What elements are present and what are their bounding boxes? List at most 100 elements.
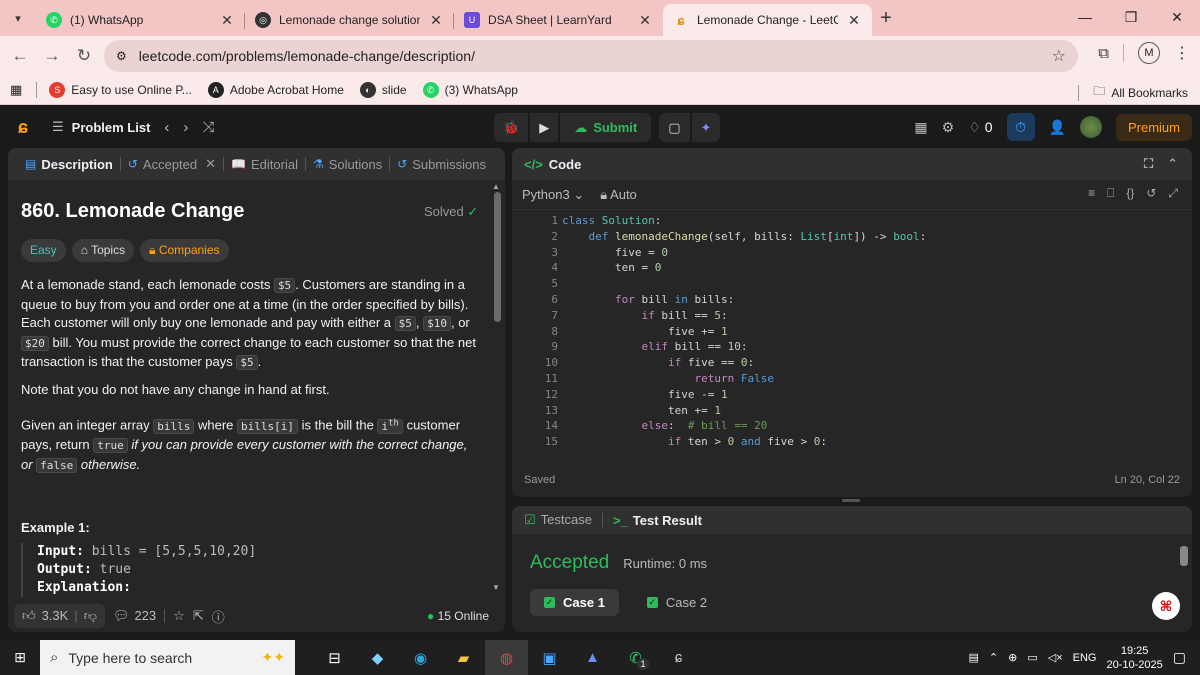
submit-button[interactable]: ☁ Submit — [560, 113, 652, 142]
browser-tab-whatsapp[interactable]: ✆ (1) WhatsApp ✕ — [36, 4, 245, 36]
user-avatar[interactable] — [1079, 116, 1102, 138]
add-collaborator-icon[interactable]: 👤 — [1049, 119, 1066, 136]
bookmark-adobe-acrobat[interactable]: A Adobe Acrobat Home — [207, 82, 344, 98]
leetcode-logo-icon[interactable]: ɕ — [18, 117, 38, 137]
line-number: 14 — [544, 419, 558, 433]
notes-icon[interactable]: ▢ — [659, 113, 690, 142]
format-icon[interactable]: ≡ — [1088, 186, 1095, 201]
forward-icon[interactable]: → — [36, 46, 68, 66]
run-icon[interactable]: ▶ — [530, 113, 559, 142]
copilot-icon[interactable]: ◆ — [356, 640, 399, 675]
back-icon[interactable]: ← — [4, 46, 36, 66]
battery-icon[interactable]: ▭ — [1027, 651, 1037, 664]
collapse-icon[interactable]: ⌃ — [1167, 156, 1178, 172]
shuffle-icon[interactable]: ⤨ — [202, 119, 214, 136]
apps-grid-icon[interactable]: ▦ — [10, 82, 22, 98]
layout-grid-icon[interactable]: ▦ — [914, 119, 927, 136]
clock[interactable]: 19:25 20-10-2025 — [1106, 644, 1162, 672]
timer-icon[interactable]: ⏱ — [1006, 113, 1035, 141]
favorite-star-icon[interactable]: ☆ — [173, 608, 185, 624]
input-language[interactable]: ENG — [1073, 652, 1097, 664]
topics-chip[interactable]: ⌂ Topics — [71, 239, 135, 262]
fullscreen-icon[interactable]: ⤢ — [1168, 186, 1178, 201]
settings-gear-icon[interactable]: ⚙ — [942, 119, 955, 136]
braces-icon[interactable]: {} — [1126, 186, 1134, 201]
prev-problem-icon[interactable]: ‹ — [164, 119, 169, 136]
windows-start-icon[interactable]: ⊞ — [0, 640, 40, 675]
share-icon[interactable]: ⇱ — [193, 608, 204, 624]
autocomplete-mode[interactable]: 🔒︎ Auto — [600, 187, 637, 203]
volume-muted-icon[interactable]: ◁× — [1048, 651, 1063, 664]
close-tab-icon[interactable]: ✕ — [205, 156, 216, 172]
taskbar-search[interactable]: ⌕ Type here to search ✦✦ — [40, 640, 295, 675]
tab-solutions[interactable]: ⚗ Solutions — [306, 157, 389, 172]
bookmark-star-icon[interactable]: ☆ — [1052, 46, 1066, 66]
task-view-icon[interactable]: ⊟ — [313, 640, 356, 675]
notification-center-icon[interactable]: ▢ — [1173, 649, 1186, 666]
maximize-icon[interactable]: ⛶ — [1144, 156, 1153, 172]
close-window-icon[interactable]: ✕ — [1154, 0, 1200, 34]
whatsapp-taskbar-icon[interactable]: ✆ 1 — [614, 640, 657, 675]
close-tab-icon[interactable]: ✕ — [846, 12, 862, 29]
tab-submissions[interactable]: ↺ Submissions — [390, 157, 493, 172]
streak-fire[interactable]: ♢ 0 — [968, 119, 992, 136]
learnyard-icon: U — [464, 12, 480, 28]
premium-button[interactable]: Premium — [1115, 113, 1192, 141]
ai-sparkle-icon[interactable]: ✦ — [691, 113, 721, 142]
problem-list-button[interactable]: ☰ Problem List — [52, 119, 150, 135]
help-icon[interactable]: ⓘ — [212, 607, 225, 626]
tab-accepted[interactable]: ↺ Accepted ✕ — [121, 156, 223, 172]
case-2-tab[interactable]: ✓ Case 2 — [633, 589, 721, 616]
tab-testcase[interactable]: ☑ Testcase — [524, 512, 592, 528]
code-editor[interactable]: class Solution: def lemonadeChange(self,… — [562, 212, 926, 450]
tab-description[interactable]: ▤ Description — [18, 157, 120, 172]
all-bookmarks[interactable]: 🗀 All Bookmarks — [1078, 82, 1188, 103]
reload-icon[interactable]: ↻ — [68, 46, 100, 66]
reset-icon[interactable]: ↺ — [1146, 186, 1156, 201]
panel-resize-handle[interactable] — [842, 499, 860, 502]
debug-icon[interactable]: 🐞 — [494, 113, 529, 142]
file-explorer-icon[interactable]: ▰ — [442, 640, 485, 675]
like-button[interactable]: 👍︎ 3.3K | 👎︎ — [14, 604, 105, 628]
restore-icon[interactable]: ❐ — [1108, 0, 1154, 34]
edge-icon[interactable]: ◉ — [399, 640, 442, 675]
description-scrollbar[interactable]: ▲ ▼ — [492, 180, 502, 594]
bookmark-whatsapp[interactable]: ✆ (3) WhatsApp — [422, 82, 518, 98]
menu-kebab-icon[interactable]: ⋮ — [1174, 43, 1190, 63]
notification-app-icon[interactable]: ▤ — [969, 651, 979, 664]
minimize-icon[interactable]: — — [1062, 0, 1108, 34]
close-tab-icon[interactable]: ✕ — [428, 12, 444, 29]
chrome-icon[interactable]: ◍ — [485, 640, 528, 675]
tab-editorial[interactable]: 📖 Editorial — [224, 157, 305, 172]
app-icon[interactable]: ▲ — [571, 640, 614, 675]
show-hidden-icon[interactable]: ⌃ — [989, 651, 998, 664]
next-problem-icon[interactable]: › — [183, 119, 188, 136]
tab-test-result[interactable]: >_ Test Result — [613, 513, 702, 528]
bookmark-slide[interactable]: ◐ slide — [359, 82, 407, 98]
companies-chip[interactable]: 🔒︎ Companies — [140, 239, 229, 262]
verdict: Accepted Runtime: 0 ms — [530, 552, 707, 574]
comments-button[interactable]: 💬︎ 223 — [113, 608, 156, 624]
leetcode-taskbar-icon[interactable]: ɕ — [657, 640, 700, 675]
new-tab-button[interactable]: + — [872, 7, 900, 30]
bookmark-easy-online[interactable]: S Easy to use Online P... — [49, 82, 192, 98]
browser-tab-dsa-sheet[interactable]: U DSA Sheet | LearnYard ✕ — [454, 4, 663, 36]
extensions-icon[interactable]: ⧉ — [1098, 45, 1109, 62]
close-tab-icon[interactable]: ✕ — [219, 12, 235, 29]
acrobat-pdf-icon[interactable]: ⌘ — [1152, 592, 1180, 620]
store-icon[interactable]: ▣ — [528, 640, 571, 675]
problem-title[interactable]: 860. Lemonade Change — [21, 200, 244, 223]
tab-search-dropdown[interactable]: ▾ — [6, 6, 30, 30]
result-scrollbar[interactable] — [1180, 546, 1188, 566]
address-bar[interactable]: ⚙ leetcode.com/problems/lemonade-change/… — [104, 40, 1078, 72]
profile-avatar[interactable]: M — [1138, 42, 1160, 64]
network-icon[interactable]: ⊕ — [1008, 651, 1017, 664]
thumbs-down-icon[interactable]: 👎︎ — [84, 608, 97, 624]
bookmark-icon[interactable]: ⎕ — [1107, 186, 1114, 201]
site-info-icon[interactable]: ⚙ — [116, 49, 127, 63]
case-1-tab[interactable]: ✓ Case 1 — [530, 589, 619, 616]
close-tab-icon[interactable]: ✕ — [637, 12, 653, 29]
language-select[interactable]: Python3 ⌄ — [522, 187, 584, 203]
browser-tab-lemonade-solution[interactable]: ◎ Lemonade change solution ✕ — [245, 4, 454, 36]
browser-tab-leetcode[interactable]: ɕ Lemonade Change - LeetCode ✕ — [663, 4, 872, 36]
